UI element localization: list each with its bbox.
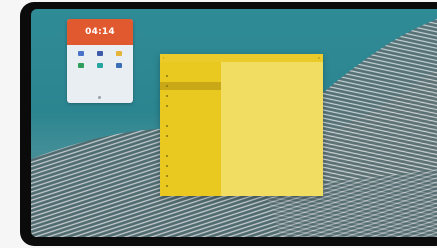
clock-time: 04:14 <box>85 27 115 37</box>
close-icon[interactable]: × <box>318 56 320 60</box>
app-icon <box>116 63 123 68</box>
widget-footer-button[interactable] <box>67 96 133 99</box>
item-icon <box>166 75 168 77</box>
widget-footer-icon <box>97 96 101 99</box>
app-shortcut-2[interactable] <box>90 51 109 58</box>
window-sidebar <box>160 62 221 196</box>
app-icon <box>116 51 123 56</box>
app-grid <box>67 45 133 70</box>
notes-window: ‹ × <box>160 54 323 196</box>
item-icon <box>166 135 168 137</box>
item-icon <box>166 165 168 167</box>
desktop-screen: 04:14 ‹ × <box>31 9 437 237</box>
app-icon <box>77 51 84 56</box>
app-icon <box>96 63 103 68</box>
window-content-pane <box>221 62 323 196</box>
sidebar-item[interactable] <box>160 92 221 100</box>
item-icon <box>166 175 168 177</box>
sidebar-item[interactable] <box>160 122 221 130</box>
app-shortcut-6[interactable] <box>110 63 129 70</box>
clock-panel: 04:14 <box>67 19 133 45</box>
sidebar-item[interactable] <box>160 72 221 80</box>
sidebar-item[interactable] <box>160 102 221 110</box>
sidebar-item[interactable] <box>160 162 221 170</box>
app-icon <box>96 51 103 56</box>
sidebar-item-selected[interactable] <box>160 82 221 90</box>
sidebar-item[interactable] <box>160 132 221 140</box>
app-icon <box>77 63 84 68</box>
app-shortcut-4[interactable] <box>71 63 90 70</box>
item-icon <box>166 155 168 157</box>
window-titlebar: ‹ × <box>160 54 323 62</box>
sidebar-item[interactable] <box>160 172 221 180</box>
item-icon <box>166 185 168 187</box>
sidebar-item[interactable] <box>160 152 221 160</box>
app-shortcut-5[interactable] <box>90 63 109 70</box>
item-icon <box>166 95 168 97</box>
back-icon[interactable]: ‹ <box>163 56 164 60</box>
item-icon <box>166 105 168 107</box>
sidebar-item[interactable] <box>160 182 221 190</box>
item-icon <box>166 85 168 87</box>
app-shortcut-1[interactable] <box>71 51 90 58</box>
clock-launcher-widget: 04:14 <box>67 19 133 103</box>
app-shortcut-3[interactable] <box>110 51 129 58</box>
item-icon <box>166 125 168 127</box>
